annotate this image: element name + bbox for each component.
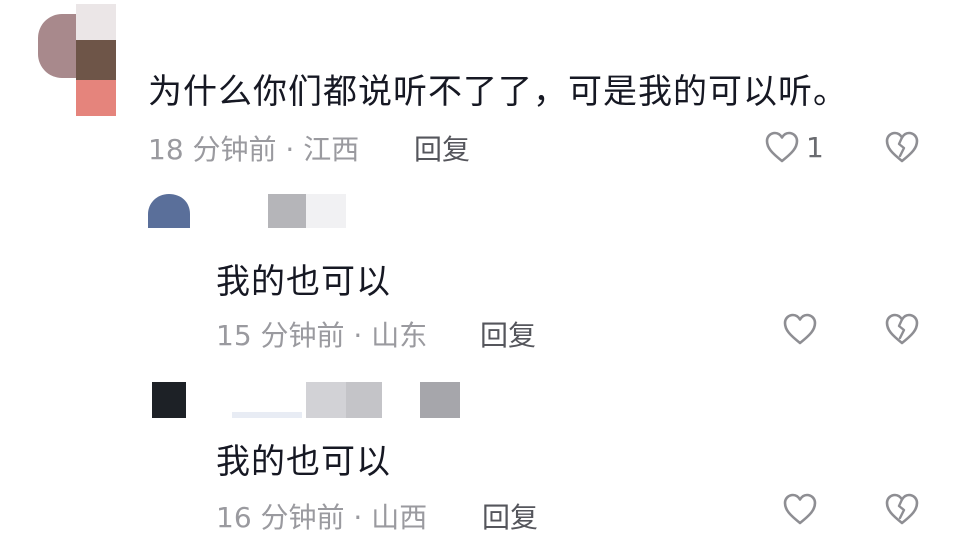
comment-text: 我的也可以 [216, 262, 391, 302]
heart-outline-icon [764, 130, 800, 164]
reply-button[interactable]: 回复 [480, 314, 536, 354]
broken-heart-icon [884, 312, 920, 346]
avatar[interactable] [146, 192, 192, 236]
like-count: 1 [806, 130, 824, 164]
username-obscured [306, 382, 346, 418]
comment-text: 为什么你们都说听不了了，可是我的可以听。 [148, 72, 848, 112]
username-obscured [346, 382, 382, 418]
dislike-button[interactable] [884, 130, 920, 164]
dislike-button[interactable] [884, 312, 920, 346]
broken-heart-icon [884, 130, 920, 164]
comment-thread: 为什么你们都说听不了了，可是我的可以听。 18 分钟前 · 江西 回复 1 我的… [0, 0, 960, 544]
heart-outline-icon [782, 312, 818, 346]
like-button[interactable] [782, 312, 818, 346]
like-button[interactable] [782, 492, 818, 526]
username-obscured [268, 194, 306, 228]
comment-text: 我的也可以 [216, 442, 391, 482]
username-obscured [306, 194, 346, 228]
username-obscured [232, 412, 302, 418]
comment-meta: 15 分钟前 · 山东 [216, 319, 428, 352]
reply-button[interactable]: 回复 [482, 496, 538, 536]
heart-outline-icon [782, 492, 818, 526]
reply-button[interactable]: 回复 [414, 128, 470, 168]
username-obscured [420, 382, 460, 418]
comment-meta: 18 分钟前 · 江西 [148, 133, 360, 166]
comment-meta: 16 分钟前 · 山西 [216, 501, 428, 534]
avatar[interactable] [146, 378, 192, 422]
like-button[interactable]: 1 [764, 130, 824, 164]
broken-heart-icon [884, 492, 920, 526]
avatar[interactable] [38, 4, 116, 116]
dislike-button[interactable] [884, 492, 920, 526]
